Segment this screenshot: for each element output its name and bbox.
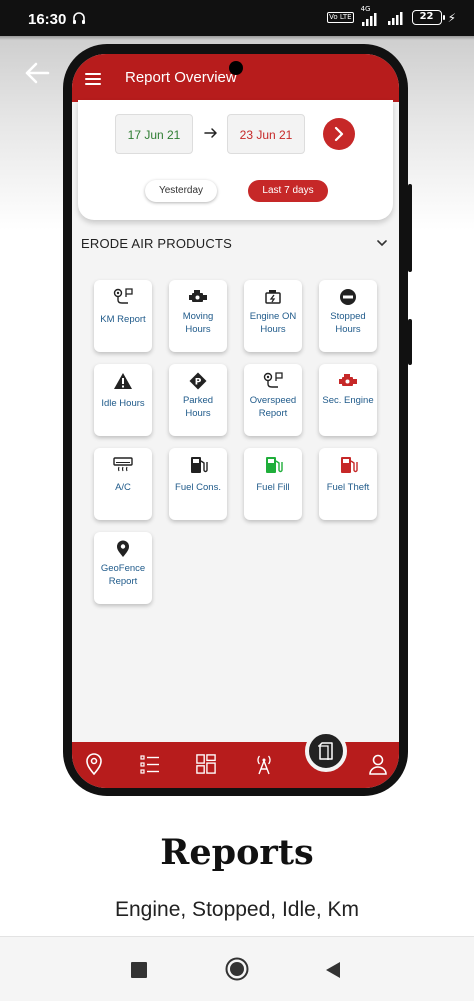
fuel-pump-icon	[191, 457, 208, 473]
menu-icon[interactable]	[85, 73, 101, 85]
status-bar: 16:30 Vo LTE 4G 22 ⚡	[0, 0, 474, 36]
apply-date-button[interactable]	[323, 118, 355, 150]
tile-idle-hours[interactable]: Idle Hours	[94, 364, 152, 436]
caption-subtitle: Engine, Stopped, Idle, Km	[115, 898, 359, 921]
phone-side-button	[408, 184, 412, 272]
tile-geofence-report[interactable]: GeoFence Report	[94, 532, 152, 604]
tile-label: Stopped Hours	[330, 311, 366, 335]
tile-label: Parked Hours	[182, 395, 214, 419]
signal-tower-icon[interactable]	[254, 753, 274, 775]
headset-icon	[73, 12, 85, 24]
company-name: ERODE AIR PRODUCTS	[81, 236, 232, 251]
svg-text:P: P	[195, 378, 202, 388]
signal-icon-secondary	[387, 11, 403, 25]
phone-mockup: Report Overview 17 Jun 21 23 Jun 21 Yest…	[63, 44, 412, 796]
volte-badge: Vo LTE	[327, 12, 354, 23]
signal-icon: 4G	[360, 5, 380, 26]
tile-label: KM Report	[100, 314, 146, 325]
location-pin-icon	[117, 540, 129, 557]
tile-label: Fuel Fill	[256, 482, 290, 493]
tile-label: A/C	[115, 482, 131, 493]
bottom-navigation	[72, 742, 399, 788]
stop-icon	[340, 289, 356, 305]
arrow-right-icon	[204, 128, 217, 138]
date-from-field[interactable]: 17 Jun 21	[115, 114, 193, 154]
tile-sec-engine[interactable]: Sec. Engine	[319, 364, 377, 436]
phone-screen: Report Overview 17 Jun 21 23 Jun 21 Yest…	[72, 54, 399, 788]
engine-icon	[189, 290, 207, 302]
parking-icon: P	[189, 372, 207, 390]
tile-fuel-cons[interactable]: Fuel Cons.	[169, 448, 227, 520]
tile-label: GeoFence Report	[100, 563, 146, 587]
air-conditioner-icon	[113, 457, 133, 472]
tile-label: Idle Hours	[101, 398, 145, 409]
status-time: 16:30	[28, 11, 67, 28]
tile-engine-on-hours[interactable]: Engine ON Hours	[244, 280, 302, 352]
home-icon[interactable]	[225, 957, 249, 981]
tile-label: Overspeed Report	[249, 395, 297, 419]
tile-parked-hours[interactable]: P Parked Hours	[169, 364, 227, 436]
back-arrow-icon[interactable]	[24, 62, 50, 84]
tile-fuel-fill[interactable]: Fuel Fill	[244, 448, 302, 520]
caption-title: Reports	[160, 832, 314, 873]
tile-label: Moving Hours	[182, 311, 214, 335]
reports-icon	[318, 742, 333, 760]
list-icon[interactable]	[140, 753, 160, 775]
yesterday-button[interactable]: Yesterday	[145, 180, 217, 202]
tile-moving-hours[interactable]: Moving Hours	[169, 280, 227, 352]
company-selector[interactable]: ERODE AIR PRODUCTS	[81, 234, 391, 254]
camera-cutout	[229, 61, 243, 75]
warning-icon	[114, 373, 132, 389]
fuel-theft-icon	[341, 457, 358, 473]
tile-label: Fuel Cons.	[175, 482, 221, 493]
recent-apps-icon[interactable]	[131, 962, 147, 978]
phone-side-button-lower	[408, 319, 412, 365]
tile-km-report[interactable]: KM Report	[94, 280, 152, 352]
chevron-right-icon	[334, 126, 344, 142]
date-to-field[interactable]: 23 Jun 21	[227, 114, 305, 154]
back-nav-icon[interactable]	[325, 961, 341, 979]
tile-label: Fuel Theft	[326, 482, 370, 493]
secondary-engine-icon	[339, 374, 357, 386]
system-navigation-bar	[0, 936, 474, 1001]
dashboard-grid-icon[interactable]	[196, 753, 216, 775]
engine-on-icon	[265, 290, 281, 304]
date-range-card: 17 Jun 21 23 Jun 21 Yesterday Last 7 day…	[78, 100, 393, 220]
tile-label: Engine ON Hours	[249, 311, 297, 335]
last-7-days-button[interactable]: Last 7 days	[248, 180, 328, 202]
route-icon	[113, 288, 133, 304]
app-header: Report Overview	[72, 54, 399, 102]
tile-ac[interactable]: A/C	[94, 448, 152, 520]
route-icon	[263, 372, 283, 388]
tile-stopped-hours[interactable]: Stopped Hours	[319, 280, 377, 352]
reports-fab-button[interactable]	[305, 730, 347, 772]
chevron-down-icon	[377, 240, 387, 247]
charging-icon: ⚡	[447, 10, 456, 25]
tile-fuel-theft[interactable]: Fuel Theft	[319, 448, 377, 520]
report-tiles-grid: KM Report Moving Hours Engine ON Hours S…	[94, 280, 384, 620]
map-pin-icon[interactable]	[84, 753, 104, 775]
app-title: Report Overview	[125, 69, 237, 86]
battery-icon: 22	[411, 10, 445, 25]
user-profile-icon[interactable]	[368, 753, 388, 775]
tile-overspeed-report[interactable]: Overspeed Report	[244, 364, 302, 436]
tile-label: Sec. Engine	[322, 395, 374, 406]
fuel-fill-icon	[266, 457, 283, 473]
network-label: 4G	[360, 4, 371, 13]
